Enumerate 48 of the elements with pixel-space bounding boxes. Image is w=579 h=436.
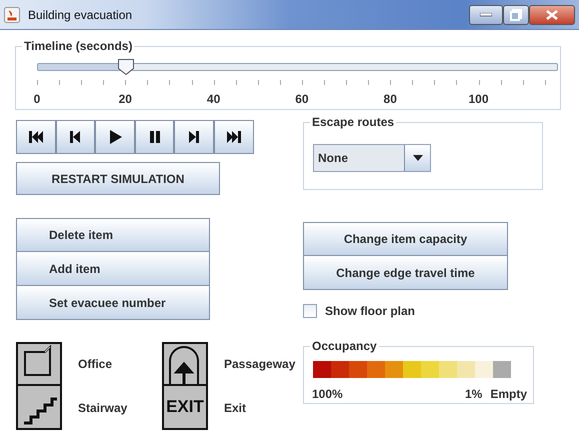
scale-label: 1% — [464, 386, 482, 403]
escape-routes-dropdown[interactable]: None — [313, 144, 431, 172]
tick-label: 60 — [295, 91, 309, 108]
slider-thumb[interactable] — [117, 58, 136, 76]
close-icon — [546, 10, 558, 20]
show-floor-plan-checkbox[interactable]: Show floor plan — [303, 302, 423, 320]
group-label: Timeline (seconds) — [22, 39, 134, 53]
media-button[interactable] — [56, 120, 96, 154]
passageway-icon — [162, 342, 208, 386]
close-button[interactable] — [529, 4, 575, 24]
media-button[interactable] — [134, 120, 174, 154]
minimize-button[interactable] — [469, 4, 503, 24]
group-label: Escape routes — [310, 115, 396, 129]
action-button[interactable]: Add item — [16, 252, 210, 286]
media-button[interactable] — [16, 120, 56, 154]
window-title: Building evacuation — [28, 6, 132, 24]
media-button[interactable] — [214, 120, 254, 154]
action-button[interactable]: Change edge travel time — [303, 256, 508, 290]
scale-label: 100% — [312, 386, 343, 403]
action-button[interactable]: Change item capacity — [303, 222, 508, 256]
action-button[interactable]: Set evacuee number — [16, 286, 210, 320]
tick-label: 80 — [384, 91, 397, 108]
action-button[interactable]: Delete item — [16, 218, 210, 252]
scale-label: Empty — [490, 386, 527, 403]
tick-label: 20 — [118, 91, 132, 108]
skip-to-end-icon — [226, 129, 242, 145]
exit-sign-icon: EXIT — [162, 386, 208, 430]
restart-button[interactable]: RESTART SIMULATION — [16, 162, 220, 195]
legend-label: Stairway — [78, 400, 128, 417]
media-button[interactable] — [95, 120, 135, 154]
group-label: Occupancy — [310, 339, 379, 353]
office-icon — [16, 342, 62, 386]
restore-button[interactable] — [503, 4, 529, 24]
legend-label: Office — [78, 356, 112, 373]
legend-label: Passageway — [224, 356, 296, 373]
tick-label: 100 — [468, 91, 489, 108]
stairs-icon — [16, 386, 62, 430]
minimize-icon — [480, 12, 492, 16]
tick-label: 0 — [34, 91, 40, 108]
media-button[interactable] — [174, 120, 214, 154]
checkbox[interactable] — [303, 304, 317, 318]
tick-label: 40 — [206, 91, 220, 108]
legend-label: Exit — [224, 400, 246, 417]
dropdown-value: None — [317, 150, 349, 167]
app-icon — [4, 6, 20, 22]
caret-icon — [412, 155, 422, 161]
skip-to-start-icon — [28, 129, 44, 145]
restore-icon — [510, 8, 522, 20]
